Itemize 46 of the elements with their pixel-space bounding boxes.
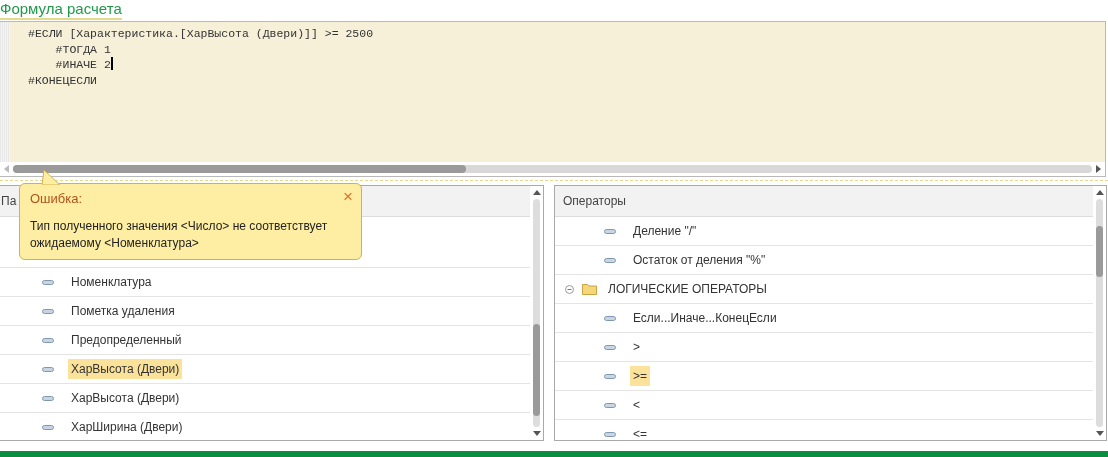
scroll-up-icon[interactable]: [1095, 190, 1104, 195]
tree-item-label[interactable]: ХарВысота (Двери): [68, 388, 183, 408]
tree-item-label[interactable]: >=: [630, 366, 650, 386]
scroll-right-icon[interactable]: [1096, 165, 1101, 173]
column-header: Операторы: [555, 186, 1093, 217]
scrollbar-track[interactable]: [1096, 199, 1103, 427]
scroll-up-icon[interactable]: [532, 190, 541, 195]
item-icon: [604, 402, 616, 408]
scrollbar-track[interactable]: [533, 199, 540, 427]
scrollbar-thumb[interactable]: [13, 165, 467, 173]
tree-item-label[interactable]: Если...Иначе...КонецЕсли: [630, 308, 780, 328]
item-icon: [42, 279, 54, 285]
code-text[interactable]: #ЕСЛИ [Характеристика.[ХарВысота (Двери)]] >= 2500 #ТОГДА 1 #ИНАЧЕ 2 #КОНЕЦЕСЛИ: [10, 22, 374, 162]
tree-item-label[interactable]: Номенклатура: [68, 272, 155, 292]
error-message: Тип полученного значения <Число> не соответствует ожидаемому <Номенклатура>: [30, 218, 329, 252]
tree-item-label[interactable]: >: [630, 337, 643, 357]
scroll-down-icon[interactable]: [532, 431, 541, 436]
item-icon: [604, 431, 616, 437]
scroll-left-icon[interactable]: [4, 165, 9, 173]
tree-item-label[interactable]: ХарВысота (Двери): [68, 359, 183, 379]
collapse-icon[interactable]: [565, 284, 574, 294]
tree-item-label[interactable]: <=: [630, 424, 650, 440]
tree-item-label[interactable]: Предопределенный: [68, 330, 185, 350]
tree-item-label[interactable]: Пометка удаления: [68, 301, 178, 321]
item-icon: [604, 228, 616, 234]
scrollbar-thumb[interactable]: [1096, 226, 1103, 277]
tree-item-label[interactable]: Остаток от деления "%": [630, 250, 769, 270]
item-icon: [604, 315, 616, 321]
tree-item-label[interactable]: ХарШирина (Двери): [68, 417, 186, 437]
item-icon: [604, 373, 616, 379]
scroll-down-icon[interactable]: [1095, 431, 1104, 436]
item-icon: [604, 257, 616, 263]
item-icon: [42, 366, 54, 372]
formula-editor[interactable]: #ЕСЛИ [Характеристика.[ХарВысота (Двери)]] >= 2500 #ТОГДА 1 #ИНАЧЕ 2 #КОНЕЦЕСЛИ: [0, 21, 1106, 177]
error-title: Ошибка:: [30, 191, 83, 206]
item-icon: [42, 395, 54, 401]
scrollbar-thumb[interactable]: [533, 324, 540, 416]
item-icon: [42, 337, 54, 343]
tree-item-label[interactable]: <: [630, 395, 643, 415]
tree-item-label[interactable]: Деление "/": [630, 221, 700, 241]
item-icon: [604, 344, 616, 350]
item-icon: [42, 424, 54, 430]
folder-icon: [582, 283, 597, 295]
item-icon: [42, 308, 54, 314]
scrollbar-track[interactable]: [13, 165, 1092, 173]
tree-group-label[interactable]: ЛОГИЧЕСКИЕ ОПЕРАТОРЫ: [605, 279, 770, 299]
